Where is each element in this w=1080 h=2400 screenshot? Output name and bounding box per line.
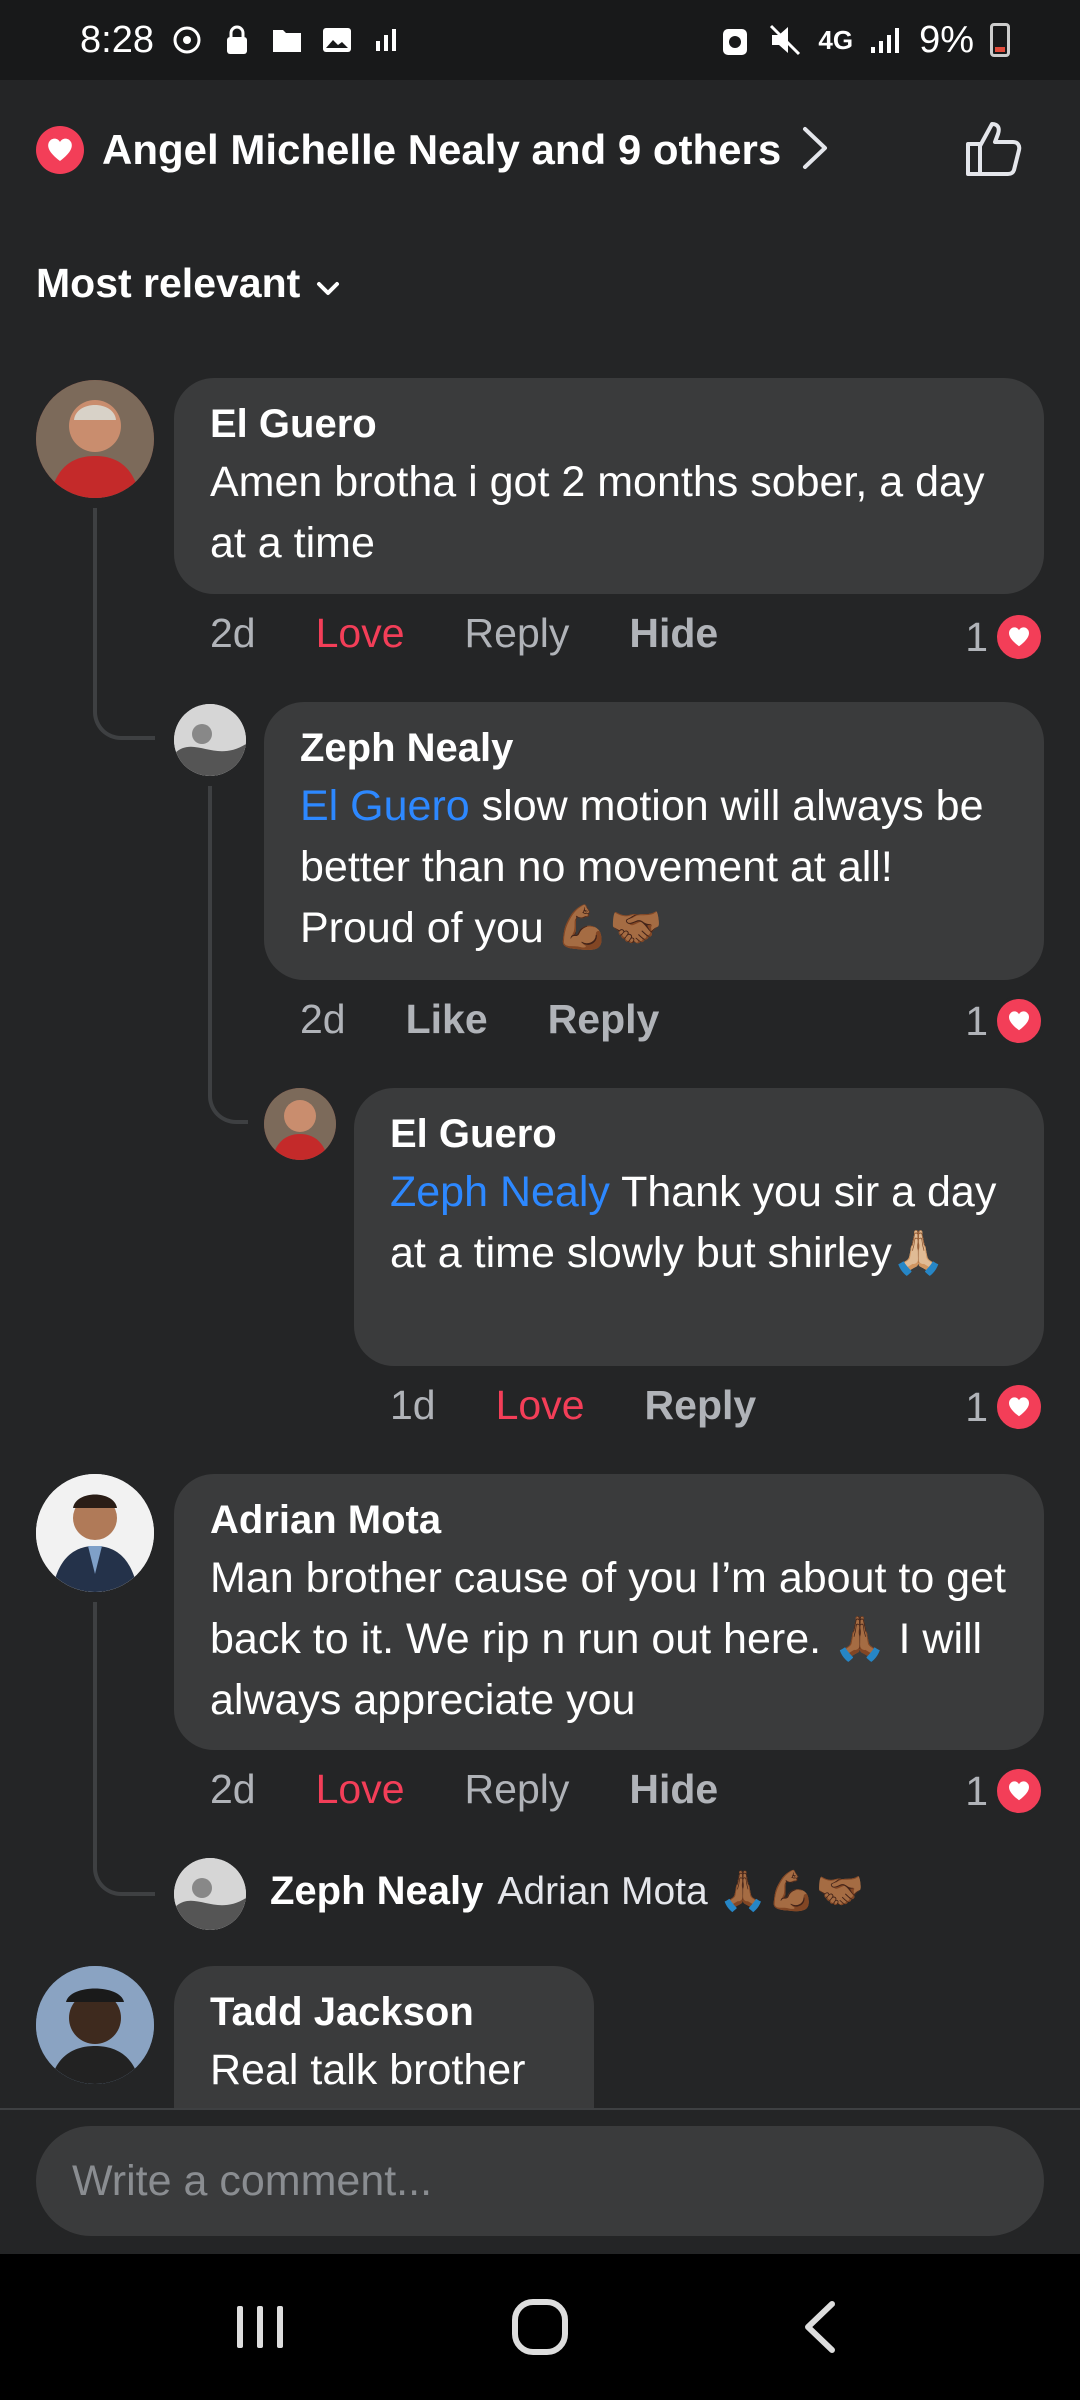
love-button[interactable]: Love <box>496 1382 585 1429</box>
comment-time: 1d <box>390 1382 436 1428</box>
avatar[interactable] <box>174 704 246 776</box>
sort-dropdown[interactable]: Most relevant <box>36 260 340 307</box>
avatar[interactable] <box>36 380 154 498</box>
heart-icon <box>994 1382 1044 1432</box>
comment-author[interactable]: Zeph Nealy <box>300 724 1008 772</box>
heart-icon <box>994 1766 1044 1816</box>
hide-button[interactable]: Hide <box>629 610 718 657</box>
chevron-right-icon[interactable] <box>801 125 829 176</box>
system-nav-bar <box>0 2254 1080 2400</box>
comment-actions: 2d Love Reply Hide <box>210 610 778 657</box>
comment-author[interactable]: Tadd Jackson <box>210 1988 558 2036</box>
reply-button[interactable]: Reply <box>645 1382 757 1429</box>
comment-author[interactable]: El Guero <box>210 400 1008 448</box>
thread-line <box>208 786 248 1124</box>
collapsed-reply[interactable]: Zeph Nealy Adrian Mota 🙏🏾💪🏾🤝🏾 <box>270 1868 864 1914</box>
comment-text: Amen brotha i got 2 months sober, a day … <box>210 458 985 567</box>
comment-bubble[interactable]: Tadd Jackson Real talk brother <box>174 1966 594 2108</box>
mention-link[interactable]: El Guero <box>300 782 470 830</box>
reaction-count-number: 1 <box>965 613 988 660</box>
status-right: 4G 9% <box>718 19 1010 62</box>
home-button[interactable] <box>480 2267 600 2387</box>
heart-icon <box>994 996 1044 1046</box>
reaction-count[interactable]: 1 <box>965 996 1044 1046</box>
reaction-count-number: 1 <box>965 1383 988 1430</box>
image-icon <box>320 23 354 57</box>
comment-bubble[interactable]: El Guero Amen brotha i got 2 months sobe… <box>174 378 1044 594</box>
reaction-count[interactable]: 1 <box>965 1382 1044 1432</box>
thumbs-up-icon[interactable] <box>962 118 1024 185</box>
heart-icon <box>36 126 84 174</box>
comment-time: 2d <box>210 610 256 656</box>
reaction-count-number: 1 <box>965 997 988 1044</box>
reply-author: Zeph Nealy <box>270 1868 484 1913</box>
comment-actions: 1d Love Reply <box>390 1382 816 1429</box>
comment-input[interactable] <box>72 2156 1044 2206</box>
home-icon <box>512 2299 568 2355</box>
comment-text: Real talk brother <box>210 2046 526 2094</box>
comment-text: Man brother cause of you I’m about to ge… <box>210 1554 1006 1724</box>
comment-bubble[interactable]: Zeph Nealy El Guero slow motion will alw… <box>264 702 1044 980</box>
comment-composer <box>0 2108 1080 2254</box>
comment-text: Zeph Nealy Thank you sir a day at a time… <box>390 1162 1008 1284</box>
avatar[interactable] <box>36 1966 154 2084</box>
battery-icon <box>990 23 1010 57</box>
reactors-text[interactable]: Angel Michelle Nealy and 9 others <box>102 126 781 174</box>
back-icon <box>805 2301 835 2353</box>
thread-line <box>93 1602 155 1896</box>
avatar[interactable] <box>264 1088 336 1160</box>
reply-button[interactable]: Reply <box>548 996 660 1043</box>
reaction-count[interactable]: 1 <box>965 612 1044 662</box>
avatar[interactable] <box>36 1474 154 1592</box>
thread-line <box>93 508 155 740</box>
comment-actions: 2d Like Reply <box>300 996 719 1043</box>
battery-percent: 9% <box>919 18 974 61</box>
reactions-summary[interactable]: Angel Michelle Nealy and 9 others <box>0 80 1080 220</box>
reply-button[interactable]: Reply <box>465 1766 570 1813</box>
recents-icon <box>237 2306 283 2348</box>
status-time: 8:28 <box>80 18 154 61</box>
sync-icon <box>170 23 204 57</box>
cell-signal-icon <box>869 23 903 57</box>
mention-link[interactable]: Zeph Nealy <box>390 1168 610 1216</box>
reply-button[interactable]: Reply <box>465 610 570 657</box>
comment-text: El Guero slow motion will always be bett… <box>300 776 1008 959</box>
avatar[interactable] <box>174 1858 246 1930</box>
comment-author[interactable]: El Guero <box>390 1110 1008 1158</box>
status-bar: 8:28 4G 9% <box>0 0 1080 80</box>
heart-icon <box>994 612 1044 662</box>
love-button[interactable]: Love <box>316 1766 405 1813</box>
reaction-count-number: 1 <box>965 1767 988 1814</box>
love-button[interactable]: Love <box>316 610 405 657</box>
chevron-down-icon <box>316 260 340 307</box>
comment-actions: 2d Love Reply Hide <box>210 1766 778 1813</box>
back-button[interactable] <box>760 2267 880 2387</box>
like-button[interactable]: Like <box>406 996 488 1043</box>
network-type: 4G <box>818 24 854 55</box>
comment-time: 2d <box>210 1766 256 1812</box>
comment-bubble[interactable]: El Guero Zeph Nealy Thank you sir a day … <box>354 1088 1044 1366</box>
sort-label: Most relevant <box>36 260 301 306</box>
status-left: 8:28 <box>80 19 404 62</box>
comment-time: 2d <box>300 996 346 1042</box>
comment-input-container[interactable] <box>36 2126 1044 2236</box>
comment-bubble[interactable]: Adrian Mota Man brother cause of you I’m… <box>174 1474 1044 1750</box>
signal-bars-icon <box>370 23 404 57</box>
folder-icon <box>270 23 304 57</box>
mute-icon <box>768 23 802 57</box>
reply-preview: Adrian Mota 🙏🏾💪🏾🤝🏾 <box>497 1870 865 1913</box>
lock-icon <box>220 23 254 57</box>
recycle-icon <box>718 23 752 57</box>
recents-button[interactable] <box>200 2267 320 2387</box>
reaction-count[interactable]: 1 <box>965 1766 1044 1816</box>
comment-author[interactable]: Adrian Mota <box>210 1496 1008 1544</box>
hide-button[interactable]: Hide <box>629 1766 718 1813</box>
